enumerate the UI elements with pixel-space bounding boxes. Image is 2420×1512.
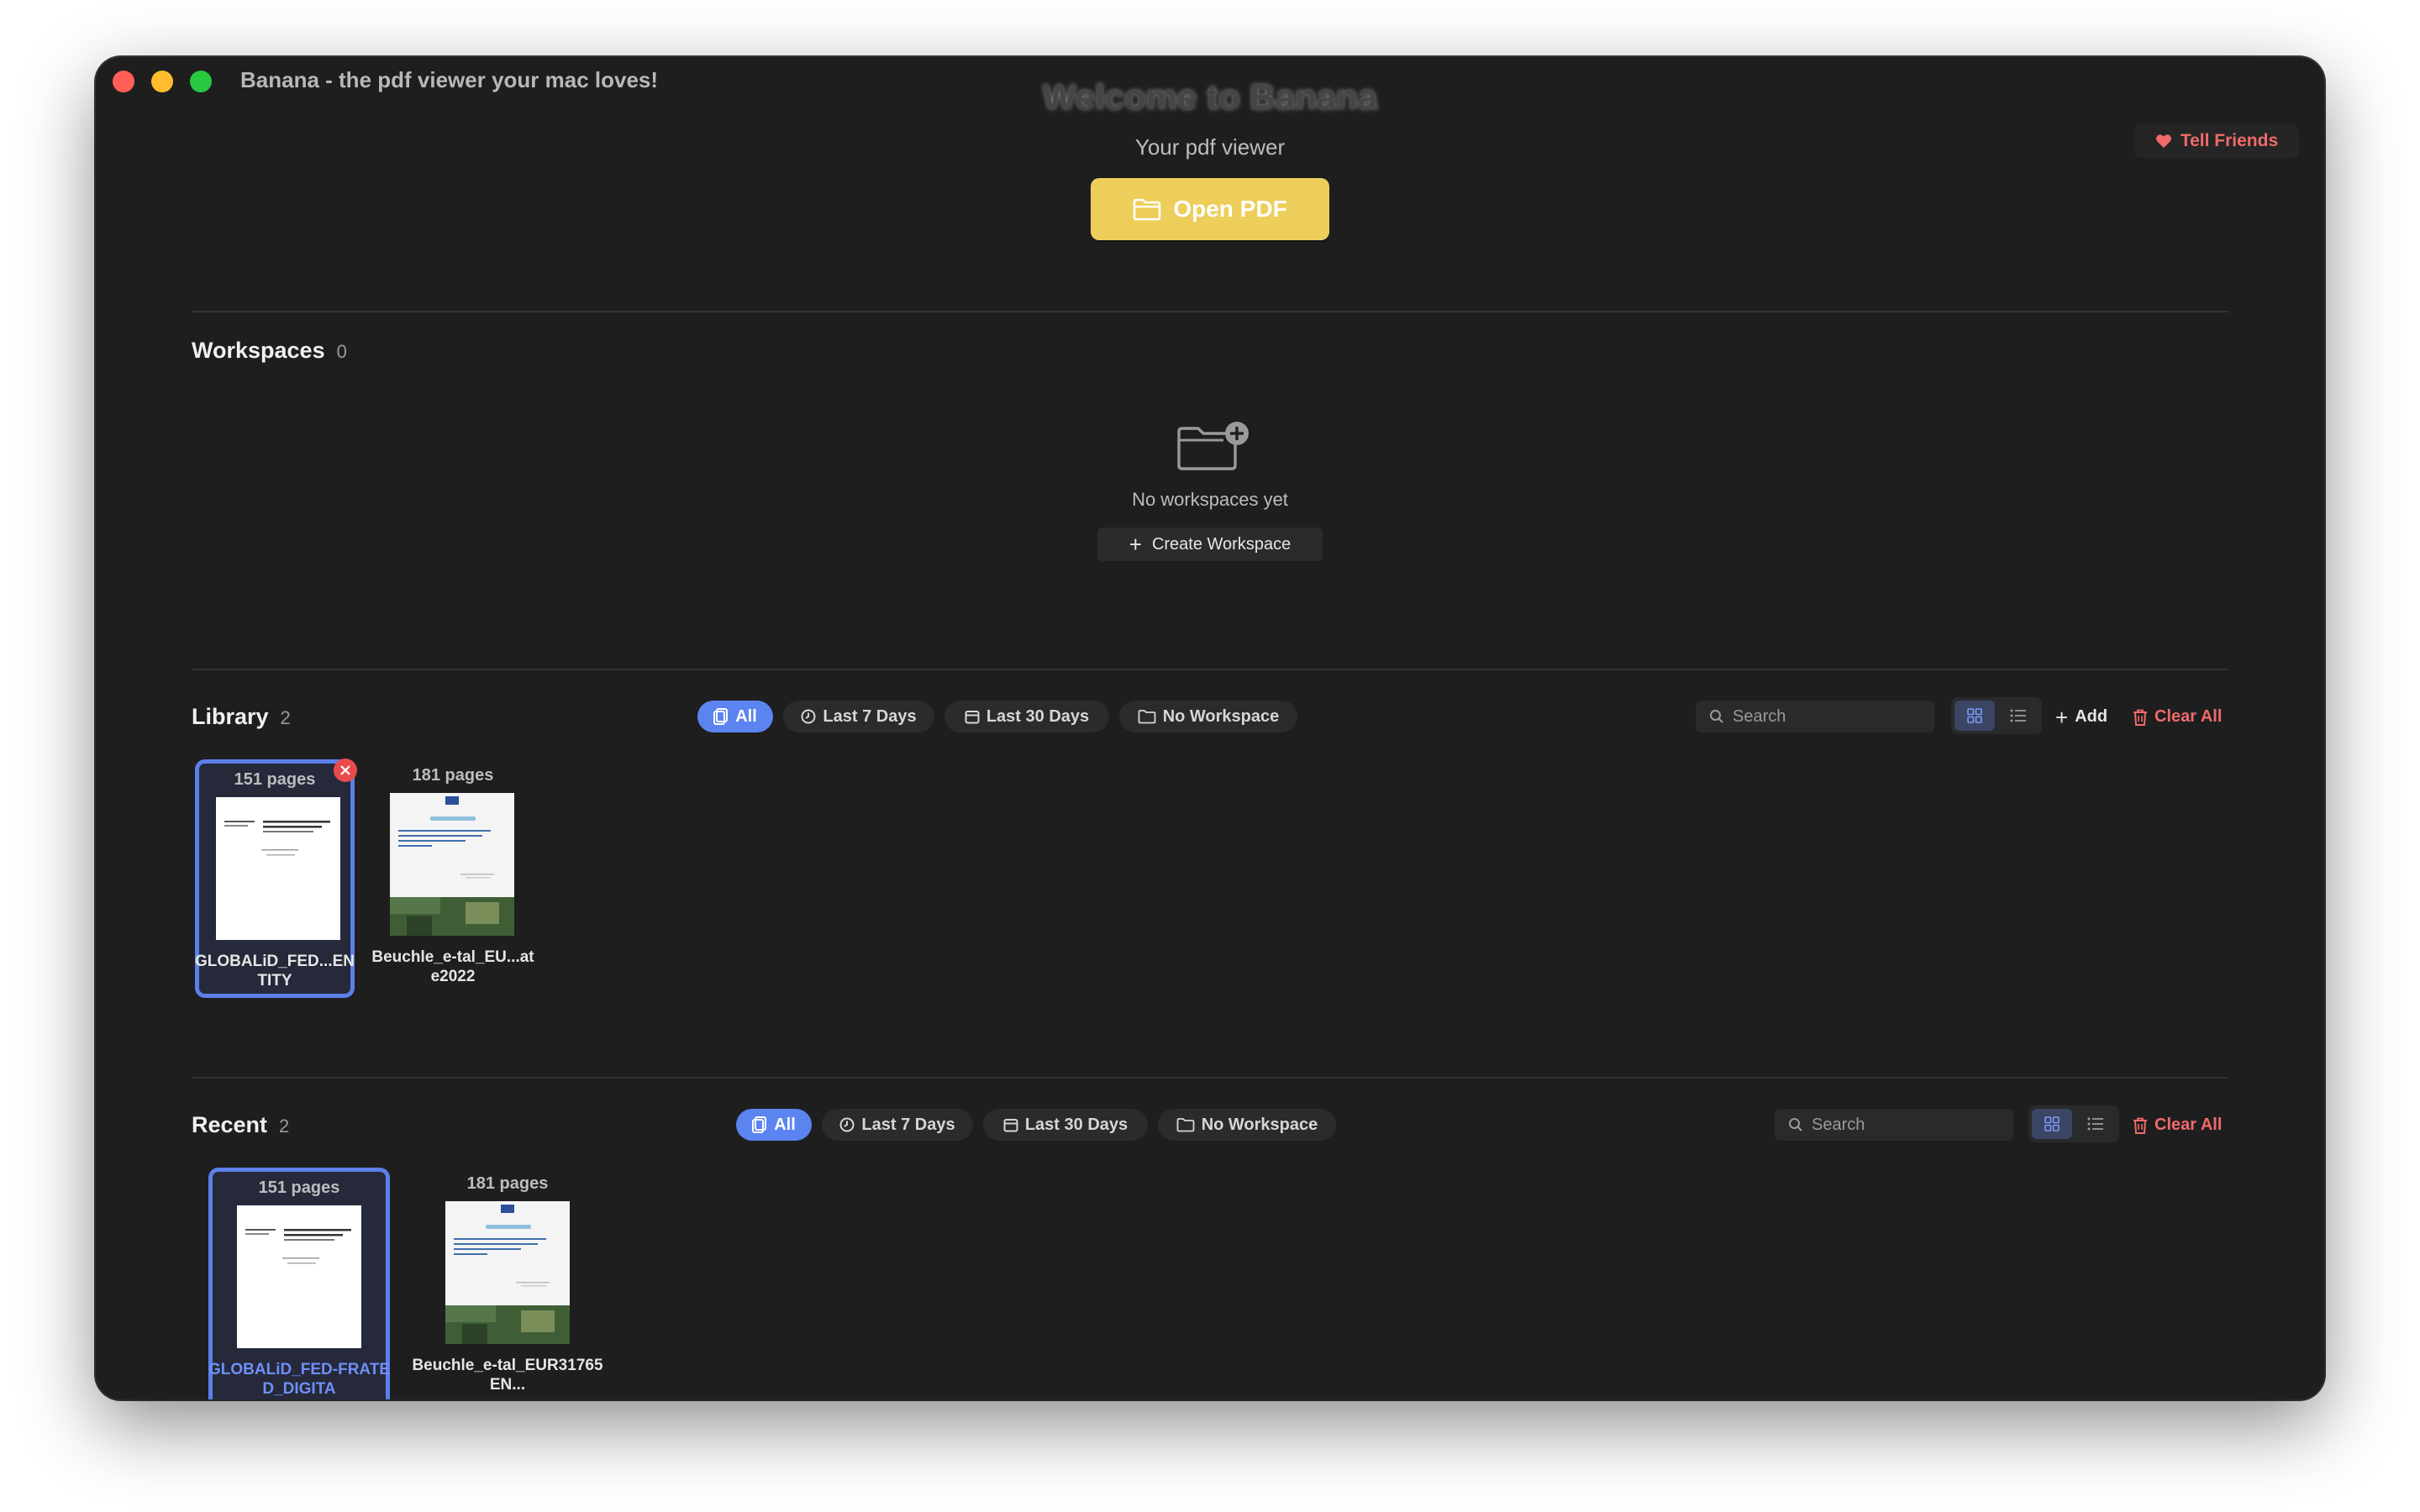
remove-item-button[interactable]	[334, 759, 357, 782]
divider	[192, 1077, 2228, 1079]
recent-filter-last-30-days[interactable]: Last 30 Days	[983, 1109, 1148, 1141]
grid-icon	[2044, 1116, 2060, 1131]
workspaces-title: Workspaces	[192, 338, 325, 363]
recent-filter-last-30-label: Last 30 Days	[1024, 1115, 1128, 1134]
folder-icon	[1176, 1118, 1195, 1132]
pdf-thumbnail	[237, 1205, 361, 1348]
document-preview-icon	[216, 797, 340, 940]
recent-item-card[interactable]: 151 pages GLOBALiD_FED-FRATED_DIGITA	[208, 1168, 390, 1399]
pdf-name: Beuchle_e-tal_EU...ate2022	[371, 948, 534, 985]
page-count: 181 pages	[412, 766, 494, 785]
library-filter-no-workspace-label: No Workspace	[1162, 706, 1280, 726]
page-count: 151 pages	[258, 1179, 340, 1197]
app-window: Banana - the pdf viewer your mac loves! …	[96, 57, 2324, 1399]
open-pdf-button[interactable]: Open PDF	[1091, 178, 1329, 240]
library-list-view-button[interactable]	[1998, 701, 2039, 731]
library-view-toggle	[1951, 697, 2042, 734]
create-workspace-label: Create Workspace	[1151, 534, 1292, 554]
search-icon	[1789, 1118, 1802, 1131]
tell-friends-button[interactable]: Tell Friends	[2134, 124, 2299, 158]
recent-filter-no-workspace-label: No Workspace	[1201, 1115, 1318, 1134]
pdf-name: Beuchle_e-tal_EUR31765EN...	[412, 1357, 603, 1394]
pdf-thumbnail	[445, 1201, 570, 1344]
recent-list-view-button[interactable]	[2075, 1109, 2116, 1139]
document-preview-icon	[390, 793, 514, 936]
recent-filter-all[interactable]: All	[736, 1109, 812, 1141]
page-count: 151 pages	[234, 770, 316, 789]
recent-title: Recent	[192, 1112, 268, 1137]
pdf-name: GLOBALiD_FED...ENTITY	[194, 953, 355, 990]
documents-icon	[752, 1116, 767, 1133]
divider	[192, 669, 2228, 670]
document-preview-icon	[237, 1205, 361, 1348]
documents-icon	[713, 708, 729, 725]
pdf-name: GLOBALiD_FED-FRATED_DIGITA	[208, 1361, 391, 1398]
workspaces-count: 0	[336, 341, 347, 362]
trash-icon	[2133, 709, 2147, 726]
grid-icon	[1967, 708, 1982, 723]
library-clear-all-label: Clear All	[2154, 707, 2223, 726]
pdf-thumbnail	[216, 797, 340, 940]
library-add-label: Add	[2075, 707, 2108, 726]
recent-search-input[interactable]: Search	[1775, 1109, 2013, 1141]
plus-icon: +	[2055, 704, 2069, 730]
recent-heading: Recent 2	[192, 1112, 289, 1138]
workspaces-heading: Workspaces 0	[192, 338, 347, 364]
library-heading: Library 2	[192, 704, 291, 730]
close-icon	[340, 765, 350, 775]
recent-filter-last-7-days[interactable]: Last 7 Days	[822, 1109, 973, 1141]
recent-view-toggle	[2028, 1105, 2119, 1142]
library-filter-all[interactable]: All	[697, 701, 773, 732]
recent-filter-no-workspace[interactable]: No Workspace	[1158, 1109, 1336, 1141]
list-icon	[2087, 1117, 2103, 1131]
library-count: 2	[280, 707, 291, 728]
library-filter-last-7-label: Last 7 Days	[823, 706, 917, 726]
recent-filter-last-7-label: Last 7 Days	[861, 1115, 955, 1134]
search-icon	[1710, 710, 1723, 723]
library-add-button[interactable]: + Add	[2055, 704, 2108, 730]
library-item-card[interactable]: 151 pages GLOBALiD_FED...ENTITY	[194, 759, 357, 998]
plus-icon: +	[1128, 532, 1142, 557]
tell-friends-label: Tell Friends	[2180, 131, 2279, 150]
folder-add-icon	[1177, 422, 1249, 470]
divider	[192, 311, 2228, 312]
workspaces-empty-text: No workspaces yet	[1132, 489, 1288, 510]
recent-clear-all-label: Clear All	[2154, 1116, 2223, 1134]
library-filter-all-label: All	[735, 706, 757, 726]
library-filter-last-7-days[interactable]: Last 7 Days	[783, 701, 934, 732]
recent-grid-view-button[interactable]	[2032, 1109, 2072, 1139]
library-filter-no-workspace[interactable]: No Workspace	[1119, 701, 1297, 732]
calendar-icon	[1003, 1119, 1018, 1132]
library-clear-all-button[interactable]: Clear All	[2133, 707, 2222, 727]
library-grid-view-button[interactable]	[1954, 701, 1995, 731]
recent-search-placeholder: Search	[1812, 1115, 1865, 1134]
folder-icon	[1138, 710, 1156, 724]
library-filter-last-30-days[interactable]: Last 30 Days	[944, 701, 1109, 732]
trash-icon	[2133, 1117, 2147, 1134]
recent-filter-all-label: All	[774, 1115, 796, 1134]
library-title: Library	[192, 704, 269, 729]
list-icon	[2010, 709, 2026, 722]
calendar-icon	[965, 711, 980, 724]
recent-clear-all-button[interactable]: Clear All	[2133, 1116, 2222, 1135]
document-preview-icon	[445, 1201, 570, 1344]
clock-icon	[801, 709, 816, 724]
library-filter-last-30-label: Last 30 Days	[986, 706, 1090, 726]
welcome-heading: Welcome to Banana	[1042, 77, 1378, 117]
open-pdf-label: Open PDF	[1173, 196, 1287, 222]
library-search-placeholder: Search	[1733, 706, 1786, 726]
heart-icon	[2155, 134, 2171, 148]
welcome-subtitle: Your pdf viewer	[1134, 134, 1286, 160]
library-item-card[interactable]: 181 pages Beuchle_e-tal_EU...ate2022	[371, 759, 534, 998]
folder-icon	[1134, 198, 1161, 221]
recent-item-card[interactable]: 181 pages Beuchle_e-tal_EUR31765EN...	[412, 1168, 602, 1399]
create-workspace-button[interactable]: + Create Workspace	[1097, 528, 1323, 561]
page-count: 181 pages	[466, 1174, 549, 1193]
clock-icon	[839, 1117, 855, 1132]
pdf-thumbnail	[390, 793, 514, 936]
library-search-input[interactable]: Search	[1696, 701, 1934, 732]
recent-count: 2	[279, 1116, 290, 1137]
